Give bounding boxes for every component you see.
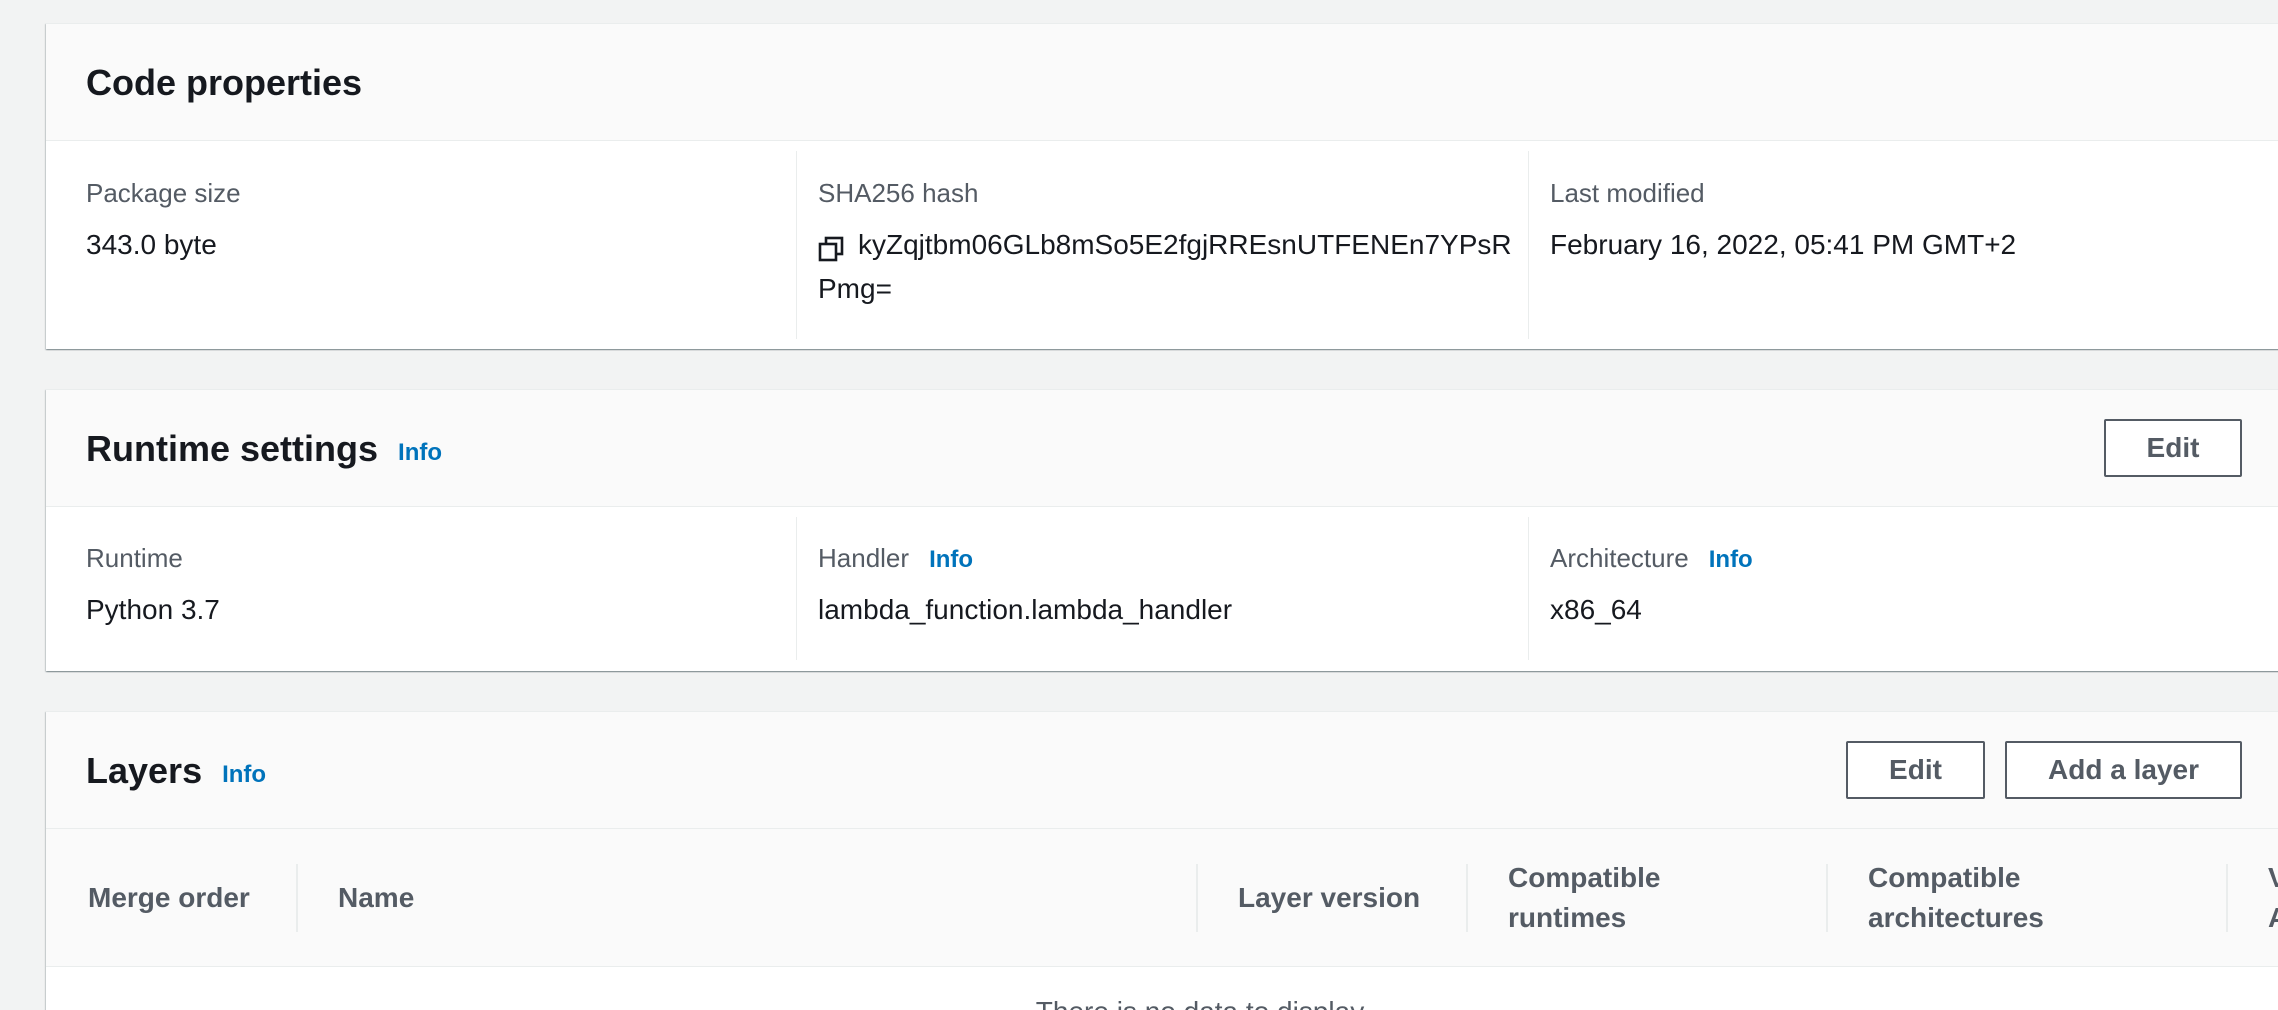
handler-label: Handler Info <box>818 543 1518 574</box>
handler-label-text: Handler <box>818 543 910 573</box>
column-header-name[interactable]: Name <box>338 829 838 966</box>
handler-field: Handler Info lambda_function.lambda_hand… <box>818 543 1518 632</box>
column-divider <box>1196 864 1198 932</box>
runtime-settings-title-text: Runtime settings <box>86 427 379 469</box>
layers-title: Layers Info <box>86 712 266 829</box>
layers-info-link[interactable]: Info <box>222 761 266 789</box>
runtime-settings-info-link[interactable]: Info <box>398 439 442 467</box>
compatible-architectures-line1: Compatible <box>1868 861 2021 893</box>
sha256-hash-value: kyZqjtbm06GLb8mSo5E2fgjRREsnUTFENEn7YPsR… <box>810 223 1528 311</box>
code-properties-body: Package size 343.0 byte SHA256 hash kyZq… <box>46 141 2278 348</box>
column-header-compatible-runtimes[interactable]: Compatible runtimes <box>1508 829 1808 966</box>
last-modified-field: Last modified February 16, 2022, 05:41 P… <box>1550 178 2278 267</box>
code-properties-title-text: Code properties <box>86 61 363 103</box>
code-properties-panel: Code properties Package size 343.0 byte … <box>46 23 2278 349</box>
runtime-settings-title: Runtime settings Info <box>86 390 442 507</box>
architecture-label-text: Architecture <box>1550 543 1689 573</box>
sha256-hash-field: SHA256 hash kyZqjtbm06GLb8mSo5E2fgjRREsn… <box>818 178 1528 311</box>
architecture-field: Architecture Info x86_64 <box>1550 543 2278 632</box>
version-arn-line1: V <box>2268 858 2278 898</box>
runtime-field: Runtime Python 3.7 <box>86 543 786 632</box>
code-properties-header: Code properties <box>46 24 2278 141</box>
add-layer-button[interactable]: Add a layer <box>2005 741 2242 799</box>
runtime-settings-header: Runtime settings Info Edit <box>46 390 2278 507</box>
column-divider <box>796 151 797 339</box>
layers-panel: Layers Info Edit Add a layer Merge order… <box>46 711 2278 1010</box>
code-properties-title: Code properties <box>86 24 362 141</box>
column-header-version-arn[interactable]: V A <box>2268 829 2278 966</box>
runtime-settings-body: Runtime Python 3.7 Handler Info lambda_f… <box>46 507 2278 670</box>
lambda-function-configuration-page: Code properties Package size 343.0 byte … <box>0 0 2278 1010</box>
compatible-architectures-line2: architectures <box>1868 901 2044 933</box>
package-size-label: Package size <box>86 178 241 208</box>
column-header-compatible-architectures[interactable]: Compatible architectures <box>1868 829 2168 966</box>
runtime-label: Runtime <box>86 543 183 573</box>
runtime-value: Python 3.7 <box>86 594 220 625</box>
column-divider <box>1466 864 1468 932</box>
sha256-hash-line2: Pmg= <box>818 273 892 304</box>
column-divider <box>2226 864 2228 932</box>
empty-table-message: There is no data to display <box>0 996 2278 1010</box>
version-arn-line2: A <box>2268 898 2278 938</box>
sha256-hash-line1: kyZqjtbm06GLb8mSo5E2fgjRREsnUTFENEn7YPsR <box>858 229 1512 260</box>
column-header-layer-version[interactable]: Layer version <box>1238 829 1438 966</box>
column-divider <box>296 864 298 932</box>
copy-icon[interactable] <box>818 231 844 261</box>
column-header-merge-order[interactable]: Merge order <box>88 829 288 966</box>
layers-table-header: Merge order Name Layer version Compatibl… <box>46 829 2278 967</box>
architecture-label: Architecture Info <box>1550 543 2278 574</box>
handler-info-link[interactable]: Info <box>929 546 973 574</box>
column-divider <box>1826 864 1828 932</box>
package-size-field: Package size 343.0 byte <box>86 178 786 267</box>
runtime-settings-edit-button[interactable]: Edit <box>2104 419 2242 477</box>
compatible-runtimes-line2: runtimes <box>1508 901 1627 933</box>
column-divider <box>1528 151 1529 339</box>
runtime-settings-panel: Runtime settings Info Edit Runtime Pytho… <box>46 389 2278 671</box>
architecture-info-link[interactable]: Info <box>1709 546 1753 574</box>
compatible-runtimes-line1: Compatible <box>1508 861 1661 893</box>
architecture-value: x86_64 <box>1550 594 1642 625</box>
handler-value: lambda_function.lambda_handler <box>818 594 1233 625</box>
last-modified-label: Last modified <box>1550 178 1705 208</box>
package-size-value: 343.0 byte <box>86 229 217 260</box>
column-divider <box>796 517 797 660</box>
sha256-hash-label: SHA256 hash <box>818 178 979 208</box>
last-modified-value: February 16, 2022, 05:41 PM GMT+2 <box>1550 229 2017 260</box>
layers-header: Layers Info Edit Add a layer <box>46 712 2278 829</box>
column-divider <box>1528 517 1529 660</box>
layers-edit-button[interactable]: Edit <box>1846 741 1985 799</box>
layers-title-text: Layers <box>86 749 203 791</box>
